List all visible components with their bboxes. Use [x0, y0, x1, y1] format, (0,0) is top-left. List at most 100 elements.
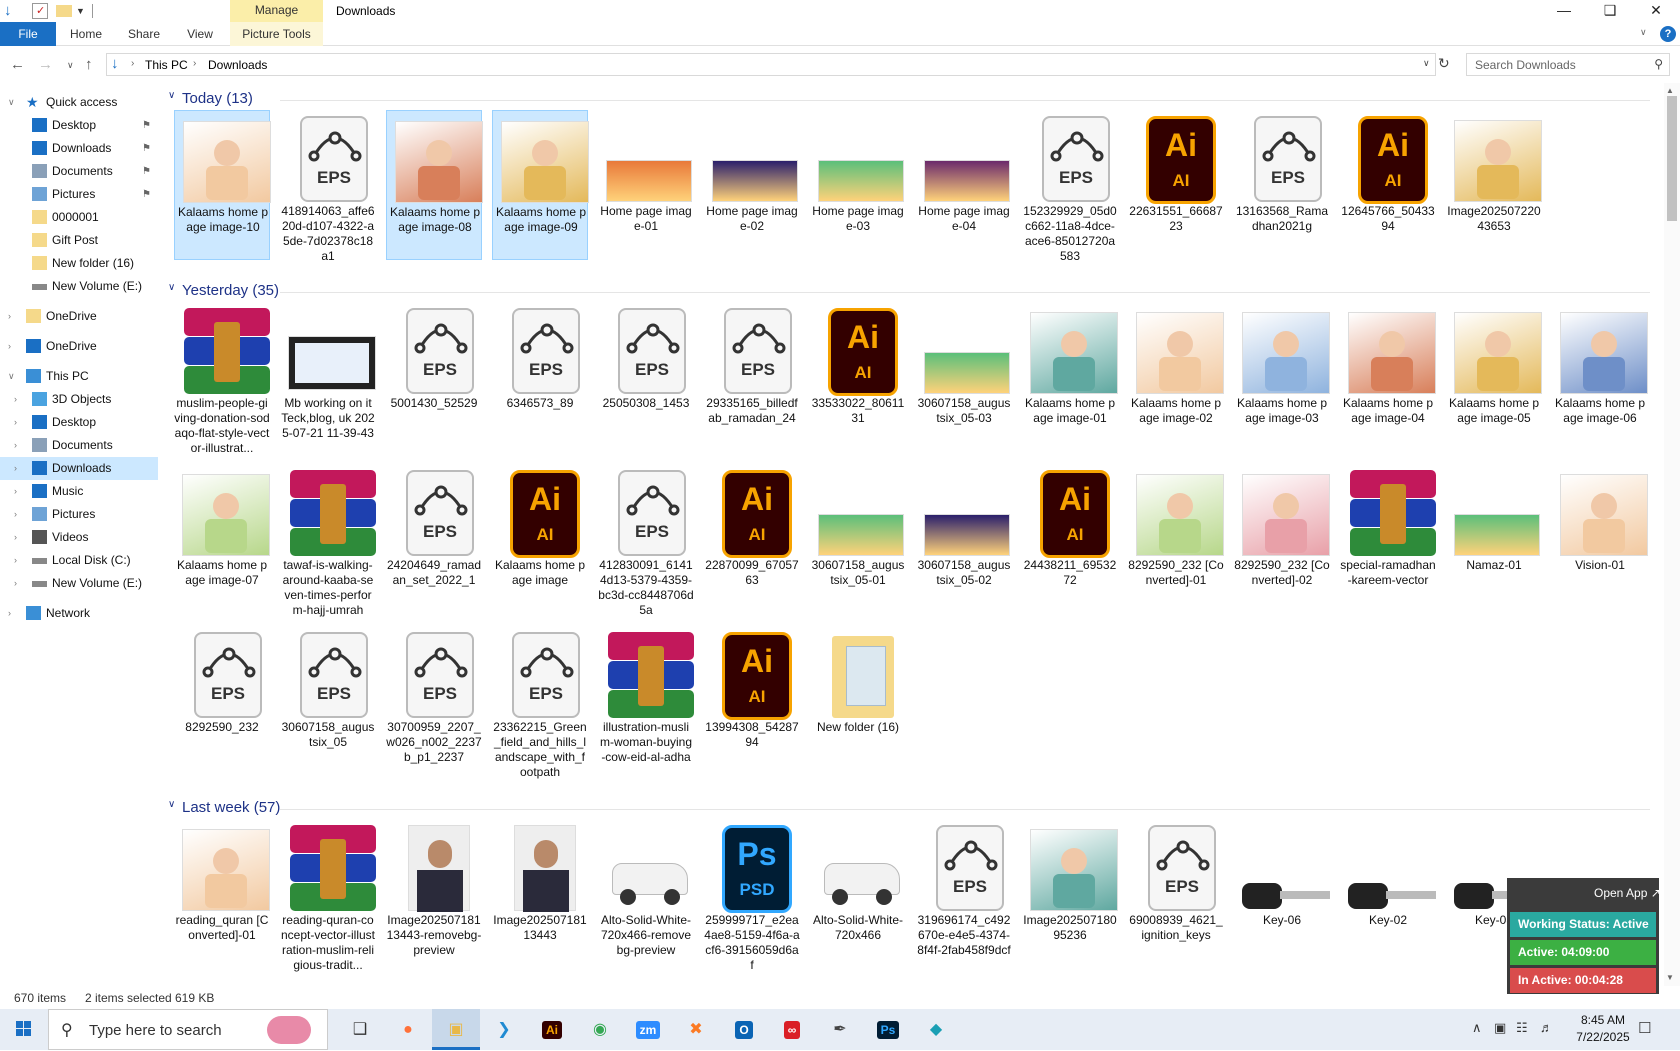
file-tile[interactable]: 30607158_augustsix_05-02 — [916, 464, 1012, 614]
file-tile[interactable]: EPS 69008939_4621_ignition_keys — [1128, 819, 1224, 969]
file-tile[interactable]: EPS 13163568_Ramadhan2021g — [1234, 110, 1330, 260]
chevron-right-icon[interactable]: › — [14, 480, 17, 503]
nav-item-documents[interactable]: › Documents — [0, 434, 158, 457]
taskbar-app-pen[interactable]: ✒ — [816, 1009, 864, 1050]
close-icon[interactable]: ✕ — [1633, 0, 1679, 22]
up-arrow-icon[interactable]: ↑ — [85, 56, 93, 73]
chevron-down-icon[interactable]: ∨ — [168, 799, 175, 810]
clock[interactable]: 8:45 AM 7/22/2025 — [1568, 1012, 1638, 1046]
file-tile[interactable]: 8292590_232 [Converted]-02 — [1234, 464, 1330, 614]
file-tile[interactable]: EPS 6346573_89 — [492, 302, 588, 452]
file-tile[interactable]: Key-02 — [1340, 819, 1436, 969]
chevron-down-icon[interactable]: ∨ — [8, 91, 15, 114]
wifi-icon[interactable]: ☷ — [1516, 1020, 1528, 1036]
chevron-right-icon[interactable]: › — [14, 434, 17, 457]
file-tile[interactable]: EPS 412830091_61414d13-5379-4359-bc3d-cc8… — [598, 464, 694, 617]
file-tile[interactable]: illustration-muslim-woman-buying-cow-eid… — [598, 626, 694, 776]
file-tile[interactable]: EPS 30607158_augustsix_05 — [280, 626, 376, 776]
file-tile[interactable]: Alto-Solid-White-720x466-removebg-previe… — [598, 819, 694, 969]
nav-item-desktop[interactable]: Desktop ⚑ — [0, 114, 158, 137]
file-tile[interactable]: tawaf-is-walking-around-kaaba-seven-time… — [280, 464, 376, 617]
nav-item-pictures[interactable]: Pictures ⚑ — [0, 183, 158, 206]
file-tile[interactable]: EPS 152329929_05d0c662-11a8-4dce-ace6-850… — [1022, 110, 1118, 263]
download-arrow-icon[interactable]: ↓ — [4, 3, 20, 19]
file-tile[interactable]: reading_quran [Converted]-01 — [174, 819, 270, 969]
nav-item-documents[interactable]: Documents ⚑ — [0, 160, 158, 183]
taskbar-app-photoshop[interactable]: Ps — [864, 1009, 912, 1050]
file-tile[interactable]: Kalaams home page image-09 — [492, 110, 589, 260]
file-tile[interactable]: Kalaams home page image-03 — [1234, 302, 1330, 452]
nav-item-new-folder-16[interactable]: New folder (16) — [0, 252, 158, 275]
taskbar-app-outlook[interactable]: O — [720, 1009, 768, 1050]
file-tile[interactable]: 30607158_augustsix_05-01 — [810, 464, 906, 614]
nav-item-onedrive[interactable]: › OneDrive — [0, 305, 158, 328]
tab-view[interactable]: View — [180, 22, 220, 46]
nav-item-0000001[interactable]: 0000001 — [0, 206, 158, 229]
file-tile[interactable]: Vision-01 — [1552, 464, 1648, 614]
taskbar-app-firefox[interactable]: ● — [384, 1009, 432, 1050]
breadcrumb-this-pc[interactable]: This PC — [145, 58, 188, 72]
taskbar-app-app[interactable]: ◆ — [912, 1009, 960, 1050]
nav-item-3d-objects[interactable]: › 3D Objects — [0, 388, 158, 411]
file-tile[interactable]: Mb working on it Teck,blog, uk 2025-07-2… — [280, 302, 376, 452]
chevron-down-icon[interactable]: ∨ — [8, 365, 15, 388]
file-tile[interactable]: Ai AI Kalaams home page image — [492, 464, 588, 614]
forward-arrow-icon[interactable]: → — [38, 56, 53, 73]
file-tile[interactable]: Ps PSD 259999717_e2ea4ae8-5159-4f6a-acf6-3… — [704, 819, 800, 972]
new-folder-icon[interactable] — [56, 5, 72, 17]
file-tile[interactable]: Ai AI 22631551_6668723 — [1128, 110, 1224, 260]
file-tile[interactable]: EPS 25050308_1453 — [598, 302, 694, 452]
show-hidden-icons-icon[interactable]: ∧ — [1472, 1020, 1482, 1036]
file-tile[interactable]: Key-06 — [1234, 819, 1330, 969]
file-tile[interactable]: Image20250718113443 — [492, 819, 588, 969]
file-tile[interactable]: New folder (16) — [810, 626, 906, 776]
properties-icon[interactable]: ✓ — [32, 3, 48, 19]
tab-picture-tools[interactable]: Picture Tools — [230, 22, 323, 46]
nav-item-music[interactable]: › Music — [0, 480, 158, 503]
file-tile[interactable]: Kalaams home page image-08 — [386, 110, 483, 260]
file-tile[interactable]: Ai AI 13994308_5428794 — [704, 626, 800, 776]
nav-item-pictures[interactable]: › Pictures — [0, 503, 158, 526]
taskbar-app-vs-code[interactable]: ❯ — [480, 1009, 528, 1050]
file-tile[interactable]: Image20250722043653 — [1446, 110, 1542, 260]
notifications-icon[interactable]: ☐ — [1638, 1019, 1651, 1037]
file-tile[interactable]: Home page image-01 — [598, 110, 694, 260]
file-tile[interactable]: reading-quran-concept-vector-illustratio… — [280, 819, 376, 972]
nav-item-videos[interactable]: › Videos — [0, 526, 158, 549]
chevron-right-icon[interactable]: › — [14, 503, 17, 526]
network-status-icon[interactable]: ▣ — [1494, 1020, 1506, 1036]
scroll-down-icon[interactable]: ▼ — [1666, 973, 1674, 982]
address-bar[interactable]: ↓ › This PC › Downloads ∨ — [106, 53, 1436, 76]
file-tile[interactable]: Kalaams home page image-05 — [1446, 302, 1542, 452]
taskbar-app-zoom[interactable]: zm — [624, 1009, 672, 1050]
chevron-right-icon[interactable]: › — [14, 388, 17, 411]
nav-item-downloads[interactable]: Downloads ⚑ — [0, 137, 158, 160]
file-tile[interactable]: Kalaams home page image-04 — [1340, 302, 1436, 452]
taskbar-app-creative-cloud[interactable]: ∞ — [768, 1009, 816, 1050]
chevron-right-icon[interactable]: › — [14, 572, 17, 595]
search-input[interactable]: Search Downloads ⚲ — [1466, 53, 1670, 76]
pin-icon[interactable]: ⚑ — [142, 137, 151, 160]
file-tile[interactable]: muslim-people-giving-donation-sodaqo-fla… — [174, 302, 270, 455]
tab-share[interactable]: Share — [124, 22, 164, 46]
file-tile[interactable]: special-ramadhan-kareem-vector — [1340, 464, 1436, 614]
pin-icon[interactable]: ⚑ — [142, 183, 151, 206]
file-tile[interactable]: Image20250718113443-removebg-preview — [386, 819, 482, 969]
file-tile[interactable]: Alto-Solid-White-720x466 — [810, 819, 906, 969]
back-arrow-icon[interactable]: ← — [10, 56, 25, 73]
start-button[interactable] — [0, 1009, 48, 1050]
nav-item-quick-access[interactable]: ∨ ★ Quick access — [0, 91, 158, 114]
file-tile[interactable]: EPS 30700959_2207_w026_n002_2237b_p1_2237 — [386, 626, 482, 776]
file-tile[interactable]: Kalaams home page image-06 — [1552, 302, 1648, 452]
chevron-right-icon[interactable]: › — [8, 602, 11, 625]
file-tile[interactable]: Ai AI 12645766_5043394 — [1340, 110, 1436, 260]
address-dropdown-icon[interactable]: ∨ — [1423, 58, 1430, 69]
taskbar-app-chrome[interactable]: ◉ — [576, 1009, 624, 1050]
help-icon[interactable]: ? — [1660, 26, 1676, 42]
maximize-icon[interactable]: ❑ — [1587, 0, 1633, 22]
file-tile[interactable]: Home page image-03 — [810, 110, 906, 260]
customize-toolbar-icon[interactable]: ▼ — [76, 3, 92, 19]
taskbar-search[interactable]: ⚲ Type here to search — [48, 1009, 328, 1050]
taskbar-app-task-view[interactable]: ❑ — [336, 1009, 384, 1050]
chevron-down-icon[interactable]: ∨ — [168, 90, 175, 101]
